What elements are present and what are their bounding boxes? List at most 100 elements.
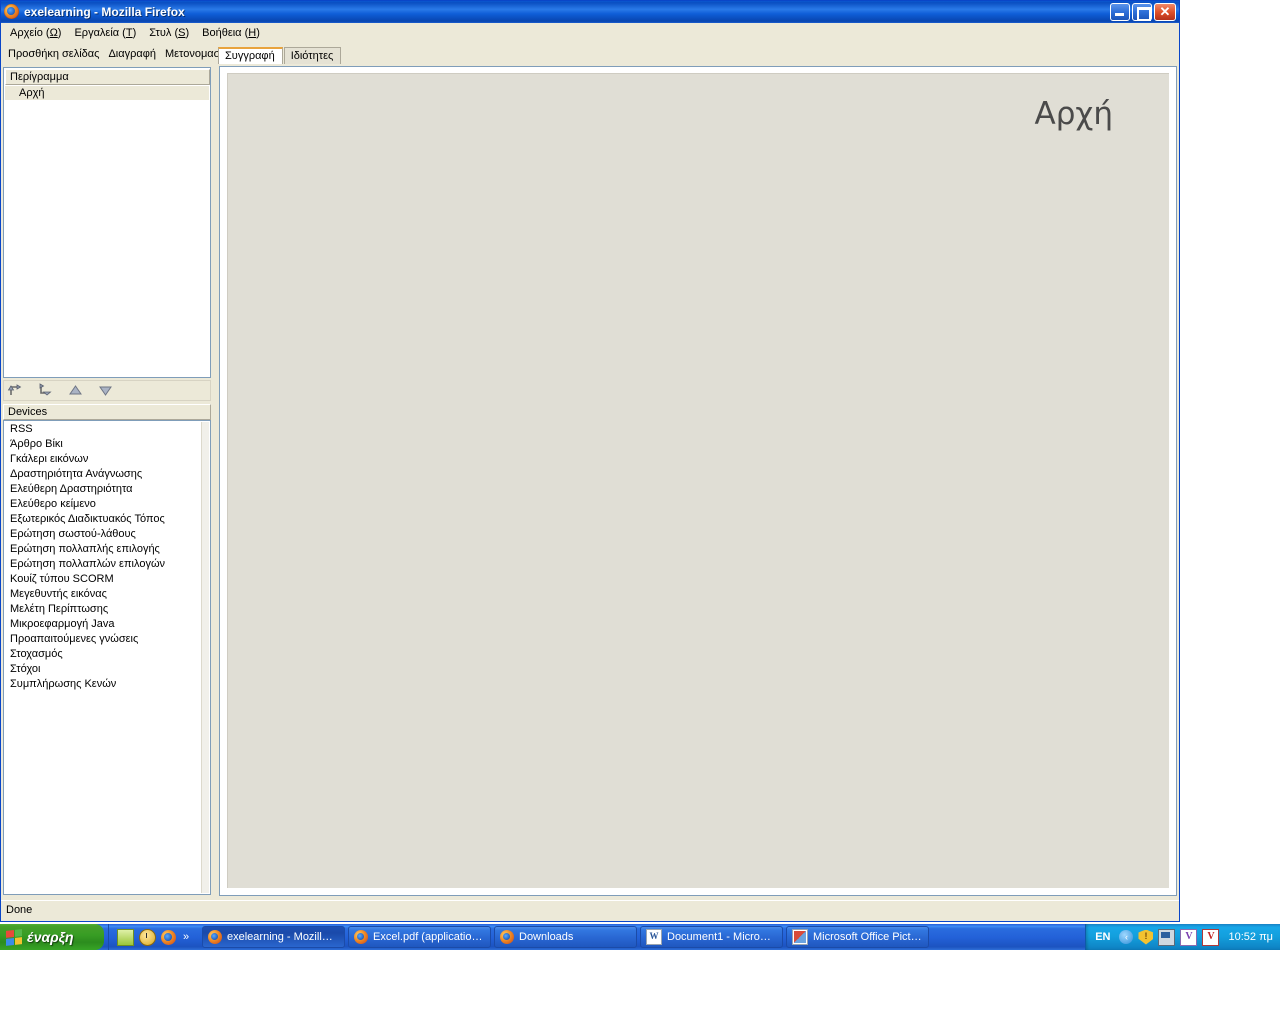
windows-flag-icon [6,928,22,946]
system-tray: EN ‹ V V 10:52 πμ [1085,924,1280,950]
menu-styl[interactable]: Στυλ (S) [145,25,198,41]
minimize-button[interactable] [1110,3,1130,21]
device-item[interactable]: Ερώτηση πολλαπλών επιλογών [5,557,201,572]
taskbar-button[interactable]: exelearning - Mozilla ... [202,926,345,948]
devices-header-wrap: Devices [3,404,211,420]
start-button-label: έναρξη [27,929,74,945]
quick-launch-bar: » [108,924,195,950]
tree-item-archi[interactable]: Αρχή [5,86,209,100]
device-item[interactable]: Ελεύθερο κείμενο [5,497,201,512]
restore-button[interactable] [1132,3,1152,21]
device-item[interactable]: Προαπαιτούμενες γνώσεις [5,632,201,647]
firefox-icon [208,930,222,944]
device-item[interactable]: Κουίζ τύπου SCORM [5,572,201,587]
tab-syggrafi[interactable]: Συγγραφή [218,47,283,64]
desktop-background-right [1180,0,1280,924]
toolbar-row: Προσθήκη σελίδας Διαγραφή Μετονομασία Συ… [1,43,1179,64]
left-panel: Περίγραμμα Αρχή Devices RSS Άρθρο Βίκι Γ… [3,67,213,895]
taskbar-button-label: Downloads [519,931,574,943]
device-item[interactable]: Μικροεφαρμογή Java [5,617,201,632]
menu-ergaleia-label: Εργαλεία ( [74,27,126,39]
page-canvas[interactable]: Αρχή [227,73,1169,888]
outline-header: Περίγραμμα [5,69,210,85]
device-item[interactable]: Μεγεθυντής εικόνας [5,587,201,602]
menu-archeio-accel: Ω [49,27,58,39]
outline-tree-panel: Περίγραμμα Αρχή [3,67,211,378]
taskbar-button[interactable]: Excel.pdf (application... [348,926,491,948]
network-monitor-icon[interactable] [1158,928,1176,946]
device-item[interactable]: Γκάλερι εικόνων [5,452,201,467]
app-v-icon[interactable]: V [1180,928,1198,946]
security-shield-icon[interactable] [1138,929,1154,945]
device-item[interactable]: Μελέτη Περίπτωσης [5,602,201,617]
taskbar-button-label: exelearning - Mozilla ... [227,931,338,943]
word-icon: W [646,929,662,945]
show-desktop-icon[interactable] [117,928,134,946]
main-tabs: Συγγραφή Ιδιότητες [218,46,342,64]
tray-expand-icon[interactable]: ‹ [1119,930,1134,944]
taskbar-button[interactable]: Downloads [494,926,637,948]
add-page-button[interactable]: Προσθήκη σελίδας [6,47,106,62]
screen: exelearning - Mozilla Firefox ✕ Αρχείο (… [0,0,1280,1024]
devices-list: RSS Άρθρο Βίκι Γκάλερι εικόνων Δραστηριότητ… [5,422,201,893]
menu-styl-tail: ) [185,27,190,39]
tab-idiotites[interactable]: Ιδιότητες [283,47,342,64]
devices-scrollbar[interactable] [201,422,209,893]
device-item[interactable]: Ερώτηση σωστού-λάθους [5,527,201,542]
device-item[interactable]: Δραστηριότητα Ανάγνωσης [5,467,201,482]
device-item[interactable]: Άρθρο Βίκι [5,437,201,452]
more-chevron-icon[interactable]: » [181,930,191,945]
status-text: Done [6,904,33,916]
device-item[interactable]: Στοχασμός [5,647,201,662]
client-area: Περίγραμμα Αρχή Devices RSS Άρθρο Βίκι Γ… [1,64,1179,919]
firefox-icon[interactable] [161,929,176,945]
menu-voitheia-tail: ) [256,27,260,39]
menubar: Αρχείο (Ω) Εργαλεία (T) Στυλ (S) Βοήθεια… [1,23,1179,43]
outline-tree-toolbar [3,380,211,401]
device-item[interactable]: Ελεύθερη Δραστηριότητα [5,482,201,497]
menu-archeio-label: Αρχείο ( [10,27,50,39]
task-buttons: exelearning - Mozilla ... Excel.pdf (appl… [202,926,1085,948]
window-titlebar: exelearning - Mozilla Firefox ✕ [1,1,1179,23]
delete-button[interactable]: Διαγραφή [106,47,163,62]
move-down-icon[interactable] [97,382,114,399]
menu-ergaleia-accel: T [125,27,133,39]
device-item[interactable]: Στόχοι [5,662,201,677]
page-title: Αρχή [1034,96,1113,132]
promote-icon[interactable] [7,382,24,399]
taskbar-button[interactable]: W Document1 - Microsof... [640,926,783,948]
menu-voitheia[interactable]: Βοήθεια (H) [198,25,269,41]
menu-ergaleia[interactable]: Εργαλεία (T) [70,25,145,41]
taskbar-button-label: Excel.pdf (application... [373,931,484,943]
firefox-icon [500,930,514,944]
taskbar-button-label: Document1 - Microsof... [667,931,776,943]
tray-clock[interactable]: 10:52 πμ [1228,931,1273,943]
taskbar: έναρξη » exelearning - Mozilla ... Excel.… [0,924,1280,950]
outline-header-wrap: Περίγραμμα [5,69,210,85]
move-up-icon[interactable] [67,382,84,399]
menu-archeio-tail: ) [57,27,62,39]
close-button[interactable]: ✕ [1154,3,1176,21]
device-item[interactable]: Ερώτηση πολλαπλής επιλογής [5,542,201,557]
menu-archeio[interactable]: Αρχείο (Ω) [6,25,70,41]
picture-manager-icon [792,929,808,945]
antivirus-icon[interactable]: V [1202,928,1220,946]
menu-voitheia-label: Βοήθεια ( [202,27,249,39]
clock-icon[interactable] [139,928,156,946]
menu-styl-label: Στυλ ( [149,27,179,39]
taskbar-button[interactable]: Microsoft Office Pictu... [786,926,929,948]
desktop-background-bottom [0,950,1280,1024]
demote-icon[interactable] [37,382,54,399]
start-button[interactable]: έναρξη [0,924,104,950]
outline-tree: Αρχή [5,86,209,376]
firefox-icon [4,4,20,20]
status-bar: Done [1,900,1179,919]
taskbar-button-label: Microsoft Office Pictu... [813,931,922,943]
devices-panel: RSS Άρθρο Βίκι Γκάλερι εικόνων Δραστηριότητ… [3,420,211,895]
device-item[interactable]: Εξωτερικός Διαδικτυακός Τόπος [5,512,201,527]
device-item[interactable]: Συμπλήρωσης Κενών [5,677,201,692]
language-indicator[interactable]: EN [1095,931,1110,943]
device-item[interactable]: RSS [5,422,201,437]
outline-toolbar: Προσθήκη σελίδας Διαγραφή Μετονομασία [1,45,236,63]
devices-header: Devices [3,404,211,420]
